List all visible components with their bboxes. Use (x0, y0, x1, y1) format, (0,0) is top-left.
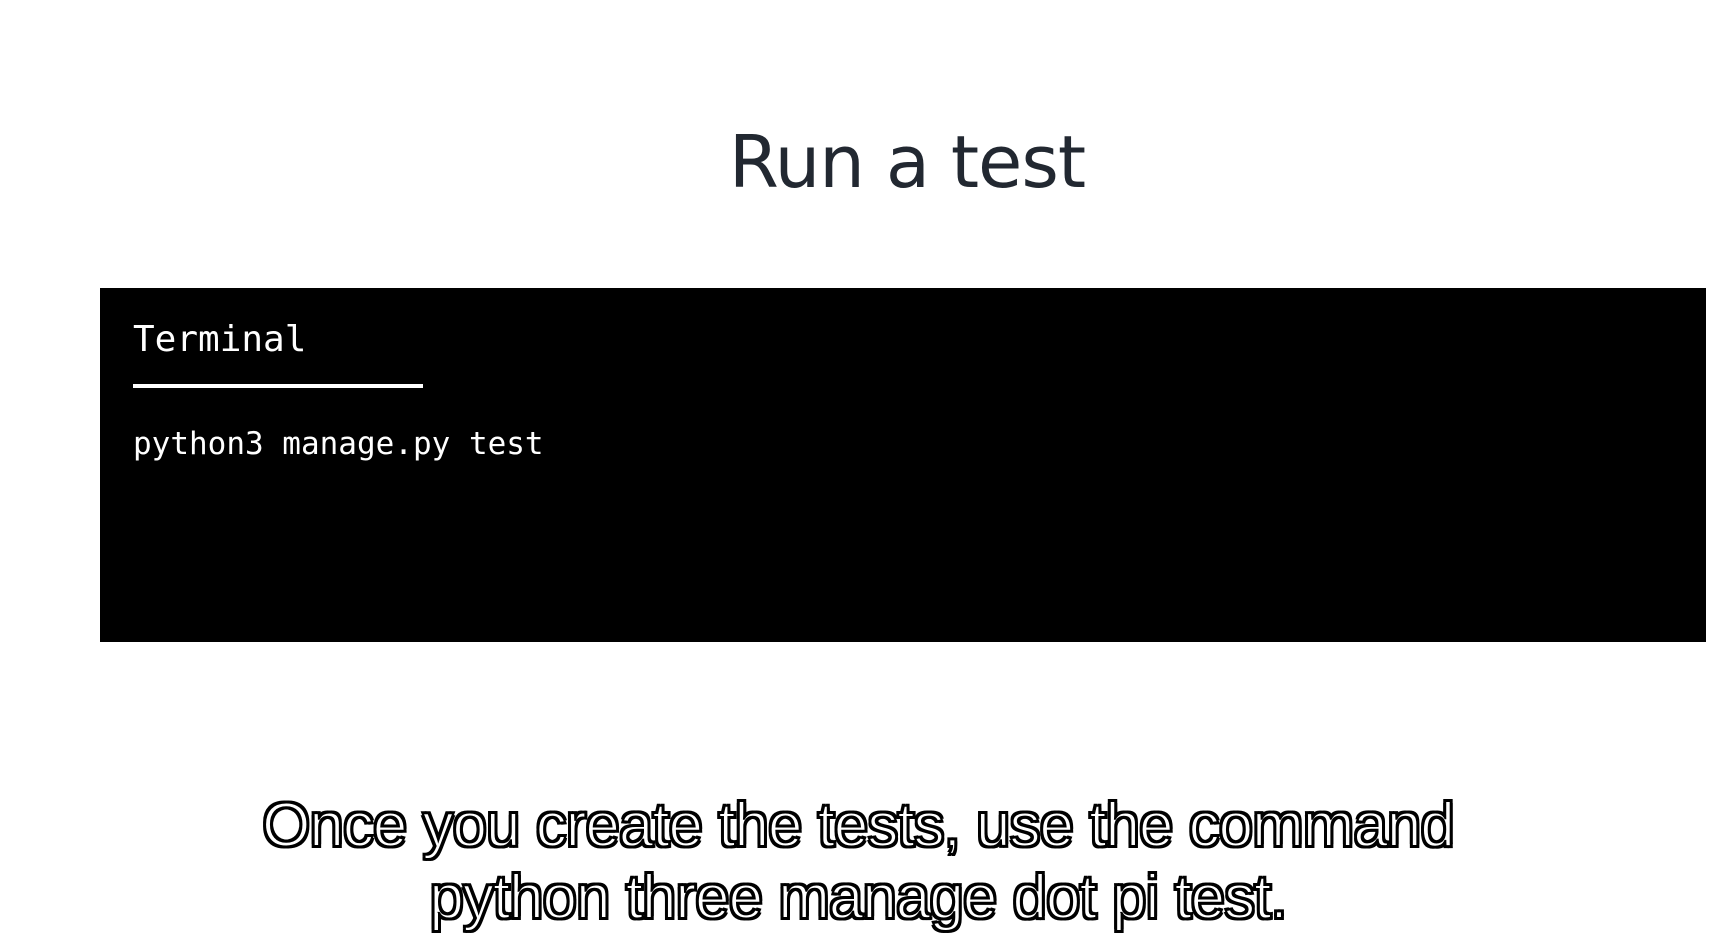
terminal-command: python3 manage.py test (133, 426, 544, 462)
terminal-tab-label: Terminal (133, 319, 307, 360)
subtitle-caption: Once you create the tests, use the comma… (0, 790, 1716, 934)
terminal-tab-underline (133, 384, 423, 388)
slide-title: Run a test (728, 120, 1086, 205)
terminal-panel: Terminal python3 manage.py test (100, 288, 1706, 642)
caption-line-2: python three manage dot pi test. (428, 862, 1288, 933)
caption-line-1: Once you create the tests, use the comma… (261, 790, 1456, 861)
